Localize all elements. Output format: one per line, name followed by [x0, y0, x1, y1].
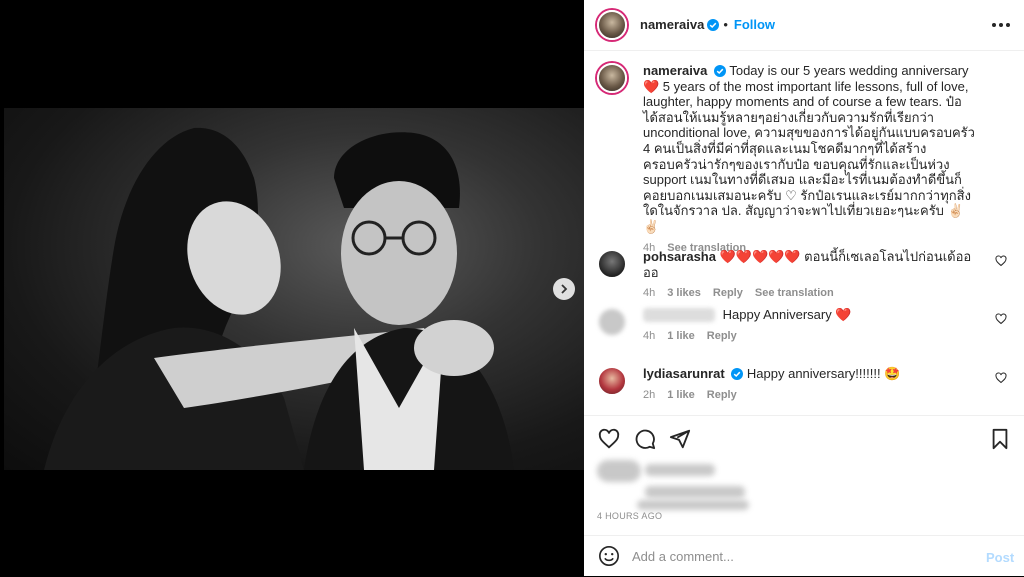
reply-button[interactable]: Reply	[707, 329, 737, 345]
liked-by-area[interactable]	[597, 460, 797, 510]
post-timestamp[interactable]: 4 HOURS AGO	[597, 511, 662, 521]
commenter-avatar[interactable]	[597, 307, 627, 337]
blurred-liker-avatars	[597, 460, 641, 482]
reply-button[interactable]: Reply	[713, 286, 743, 302]
author-avatar[interactable]	[597, 10, 627, 40]
couple-photo-illustration	[44, 127, 514, 470]
comment-time: 4h	[643, 329, 656, 342]
comment-text: Happy anniversary!!!!!!! 🤩	[746, 366, 901, 381]
header-user: nameraiva • Follow	[640, 17, 775, 32]
share-icon[interactable]	[669, 428, 691, 450]
post-header: nameraiva • Follow	[584, 0, 1024, 51]
like-heart-icon[interactable]	[598, 428, 620, 450]
verified-badge-icon	[707, 18, 720, 31]
author-username[interactable]: nameraiva	[640, 17, 704, 32]
like-comment-icon[interactable]	[995, 313, 1007, 325]
commenter-avatar[interactable]	[597, 366, 627, 396]
chevron-right-icon	[561, 284, 568, 294]
comment-username[interactable]: lydiasarunrat	[643, 366, 725, 381]
follow-button[interactable]: Follow	[734, 17, 775, 32]
post-details-panel: nameraiva • Follow nameraiva Today is ou…	[584, 0, 1024, 576]
verified-badge-icon	[731, 368, 744, 380]
like-comment-icon[interactable]	[995, 255, 1007, 267]
comment-username[interactable]: pohsarasha	[643, 249, 716, 264]
caption-body: nameraiva Today is our 5 years wedding a…	[643, 63, 975, 256]
post-media	[0, 0, 584, 576]
comment-body: lydiasarunrat Happy anniversary!!!!!!! 🤩…	[643, 366, 975, 403]
blurred-likes-count-2	[637, 500, 749, 510]
blurred-likes-count	[645, 486, 745, 498]
caption-username[interactable]: nameraiva	[643, 63, 707, 78]
comment-meta: 2h 1 like Reply	[643, 388, 975, 404]
separator-dot: •	[723, 17, 728, 32]
comment-likes[interactable]: 1 like	[667, 329, 695, 345]
see-translation-link[interactable]: See translation	[755, 286, 834, 302]
comment-likes[interactable]: 1 like	[667, 388, 695, 404]
comment-likes[interactable]: 3 likes	[667, 286, 701, 302]
caption-author-avatar[interactable]	[597, 63, 627, 93]
caption-text: Today is our 5 years wedding anniversary…	[643, 63, 975, 234]
comment-time: 4h	[643, 287, 656, 300]
comment-icon[interactable]	[634, 428, 656, 450]
commenter-avatar[interactable]	[597, 249, 627, 279]
comment-input[interactable]	[632, 546, 972, 566]
save-bookmark-icon[interactable]	[990, 428, 1010, 450]
comment-time: 2h	[643, 388, 656, 401]
like-comment-icon[interactable]	[995, 372, 1007, 384]
blurred-liked-by-text	[645, 464, 715, 476]
comments-scroll-area[interactable]: nameraiva Today is our 5 years wedding a…	[584, 51, 1024, 415]
verified-badge-icon	[713, 65, 726, 77]
post-photo[interactable]	[4, 108, 584, 470]
comment-meta: 4h 3 likes Reply See translation	[643, 286, 975, 302]
blurred-username	[643, 308, 715, 322]
add-comment-bar: Post	[584, 535, 1024, 577]
reply-button[interactable]: Reply	[707, 388, 737, 404]
post-actions-bar	[584, 415, 1024, 461]
more-options-icon[interactable]	[992, 23, 1010, 27]
emoji-icon[interactable]	[598, 545, 620, 567]
post-comment-button[interactable]: Post	[986, 550, 1014, 565]
comment-body: pohsarasha ❤️❤️❤️❤️❤️ ตอนนี้ก็เซเลอโลนไป…	[643, 249, 975, 302]
comment-text: Happy Anniversary ❤️	[722, 307, 852, 322]
next-slide-button[interactable]	[553, 278, 575, 300]
comment-body: Happy Anniversary ❤️ 4h 1 like Reply	[643, 307, 975, 344]
comment-meta: 4h 1 like Reply	[643, 329, 975, 345]
